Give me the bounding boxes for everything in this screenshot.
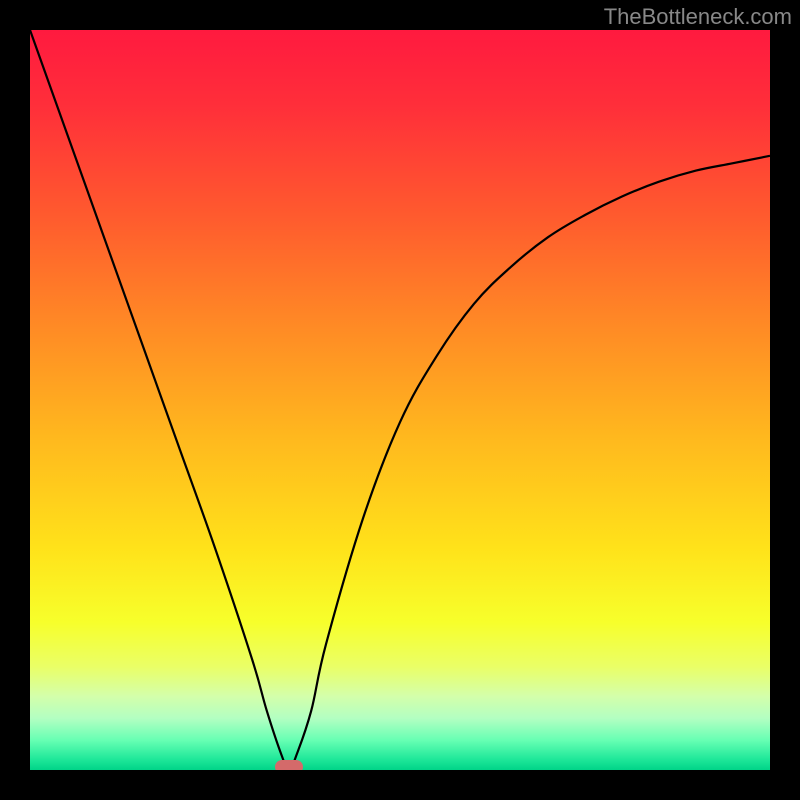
chart-frame bbox=[30, 30, 770, 770]
bottleneck-chart bbox=[30, 30, 770, 770]
optimum-marker bbox=[275, 760, 303, 770]
gradient-background bbox=[30, 30, 770, 770]
attribution-label: TheBottleneck.com bbox=[604, 4, 792, 30]
